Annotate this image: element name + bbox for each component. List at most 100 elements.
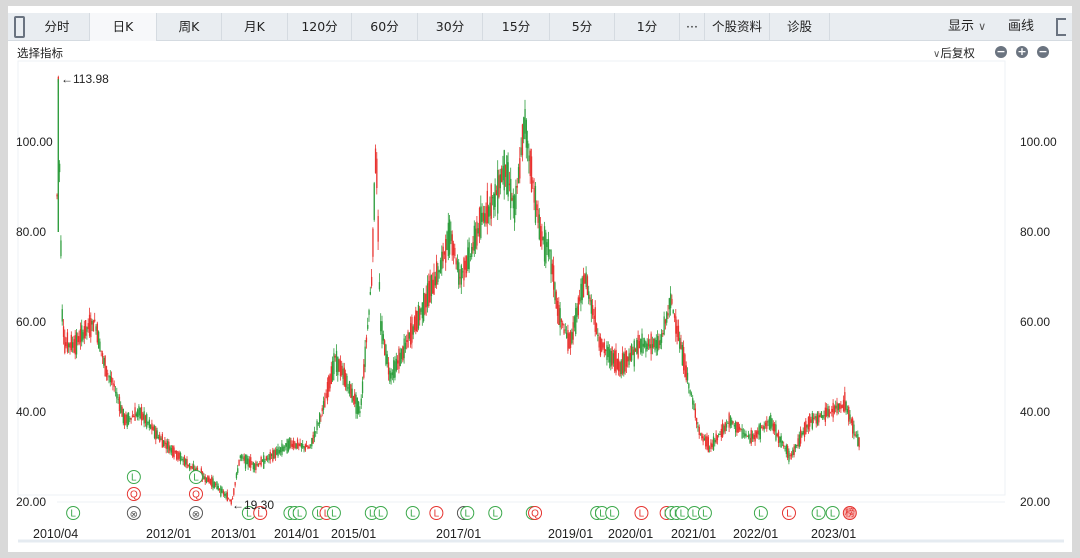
- candle-down: [469, 256, 472, 257]
- candlestick-chart[interactable]: LLQ⊗LQ⊗LLLLLLLLLLLLLLLLQLLLLLLLLLLLLLL榜1…: [0, 0, 1080, 558]
- x-axis-label: 2021/01: [671, 527, 716, 541]
- candle-down: [668, 298, 670, 310]
- candle-up: [750, 430, 752, 444]
- candle-down: [360, 398, 362, 406]
- candle-down: [217, 485, 219, 491]
- candle-up: [329, 374, 331, 389]
- candle-down: [502, 165, 504, 181]
- candle-up: [803, 422, 806, 438]
- candle-up: [243, 456, 245, 461]
- event-marker-label: L: [816, 509, 822, 520]
- max-price-label: ←113.98: [61, 72, 109, 86]
- candle-down: [150, 424, 152, 429]
- candle-up: [174, 450, 176, 453]
- candle-up: [415, 310, 417, 332]
- candle-down: [633, 340, 635, 367]
- candle-up: [593, 315, 595, 319]
- candle-down: [820, 411, 823, 418]
- candle-up: [124, 414, 126, 426]
- event-marker-label: L: [297, 509, 303, 520]
- candle-down: [631, 344, 633, 361]
- candle-up: [215, 483, 217, 485]
- candle-down: [216, 481, 218, 489]
- candle-up: [732, 421, 734, 424]
- candle-down: [806, 424, 808, 428]
- event-marker-label: Q: [130, 490, 138, 501]
- y-axis-label-right: 80.00: [1020, 225, 1050, 239]
- candle-down: [420, 308, 422, 312]
- candle-down: [273, 449, 275, 459]
- candle-down: [285, 443, 287, 447]
- candle-down: [768, 417, 771, 430]
- candle-down: [91, 320, 93, 325]
- candle-up: [728, 413, 730, 428]
- candle-up: [255, 462, 257, 470]
- candle-down: [628, 353, 630, 365]
- candle-up: [259, 463, 261, 465]
- candle-down: [434, 276, 436, 286]
- candle-up: [629, 352, 631, 361]
- candle-up: [482, 212, 485, 222]
- candle-down: [534, 185, 537, 223]
- candle-down: [471, 246, 473, 257]
- candle-up: [478, 207, 481, 237]
- candle-down: [408, 332, 410, 339]
- candle-up: [736, 422, 738, 433]
- candle-up: [472, 241, 474, 251]
- candle-down: [660, 333, 663, 343]
- candle-down: [515, 185, 517, 210]
- candle-up: [777, 431, 780, 443]
- candle-up: [553, 265, 555, 290]
- event-marker-label: L: [410, 509, 416, 520]
- candle-down: [95, 326, 97, 331]
- candle-down: [686, 372, 689, 381]
- event-marker-label: L: [464, 509, 470, 520]
- candle-down: [543, 226, 546, 262]
- candle-up: [168, 441, 170, 454]
- candle-down: [559, 308, 561, 328]
- candle-up: [772, 423, 774, 432]
- candle-down: [381, 321, 383, 345]
- candle-down: [205, 477, 208, 483]
- candle-up: [234, 482, 236, 486]
- candle-up: [397, 360, 399, 364]
- candle-up: [653, 338, 655, 348]
- candle-up: [274, 450, 277, 458]
- candle-down: [745, 433, 747, 437]
- candle-down: [395, 358, 397, 371]
- candle-up: [90, 318, 92, 338]
- candle-down: [359, 411, 361, 414]
- candle-down: [450, 230, 452, 241]
- candle-up: [621, 353, 624, 374]
- candle-up: [569, 331, 572, 349]
- candle-up: [601, 338, 603, 352]
- candle-up: [173, 447, 175, 458]
- event-marker-label: L: [599, 509, 605, 520]
- candle-up: [619, 362, 621, 376]
- candle-down: [289, 437, 291, 449]
- candle-down: [213, 481, 215, 488]
- candle-down: [61, 309, 63, 322]
- candle-down: [277, 447, 279, 457]
- candle-up: [125, 414, 127, 424]
- candle-down: [86, 327, 88, 332]
- candle-up: [140, 406, 143, 421]
- candle-down: [642, 343, 644, 347]
- candle-down: [497, 170, 499, 214]
- candle-down: [767, 421, 769, 423]
- candle-down: [116, 392, 118, 399]
- candle-down: [421, 302, 423, 319]
- candle-down: [491, 197, 494, 199]
- candle-up: [529, 150, 531, 177]
- candle-up: [269, 451, 271, 460]
- candle-down: [179, 452, 182, 462]
- candle-down: [264, 461, 266, 462]
- candle-up: [776, 433, 778, 437]
- candle-up: [384, 340, 386, 356]
- candle-up: [376, 158, 378, 189]
- candle-up: [377, 216, 379, 242]
- candle-up: [611, 346, 613, 366]
- candle-down: [221, 488, 223, 493]
- candle-down: [837, 403, 839, 411]
- candle-down: [542, 236, 544, 241]
